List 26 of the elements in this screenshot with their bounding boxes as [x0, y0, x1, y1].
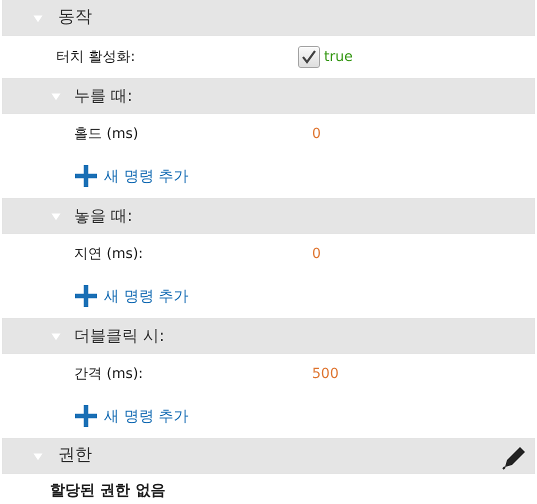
value-text: 500 — [312, 364, 339, 384]
field-label: 지연 (ms): — [74, 244, 144, 264]
section-header[interactable]: 놓을 때: — [2, 198, 535, 234]
field-label: 간격 (ms): — [74, 364, 144, 384]
field-label: 터치 활성화: — [56, 48, 136, 66]
section-header[interactable]: 권한 — [2, 438, 535, 474]
section-header[interactable]: 더블클릭 시: — [2, 318, 535, 354]
status-text: 할당된 권한 없음 — [50, 480, 166, 501]
value-text: 0 — [312, 124, 321, 144]
field-label: 홀드 (ms) — [74, 124, 140, 144]
value-text: 0 — [312, 244, 321, 264]
collapse-arrow-icon[interactable] — [50, 92, 62, 100]
section-header[interactable]: 누를 때: — [2, 78, 535, 114]
collapse-arrow-icon[interactable] — [50, 332, 62, 340]
plus-icon — [74, 164, 98, 188]
collapse-arrow-icon[interactable] — [32, 14, 44, 22]
add-command-link[interactable]: 새 명령 추가 — [74, 404, 189, 428]
collapse-arrow-icon[interactable] — [32, 452, 44, 460]
collapse-arrow-icon[interactable] — [50, 212, 62, 220]
add-command-link[interactable]: 새 명령 추가 — [74, 284, 189, 308]
add-command-link[interactable]: 새 명령 추가 — [74, 164, 189, 188]
plus-icon — [74, 404, 98, 428]
checkbox[interactable] — [298, 46, 320, 68]
plus-icon — [74, 284, 98, 308]
section-header[interactable]: 동작 — [2, 0, 535, 36]
value-text: true — [324, 48, 353, 66]
